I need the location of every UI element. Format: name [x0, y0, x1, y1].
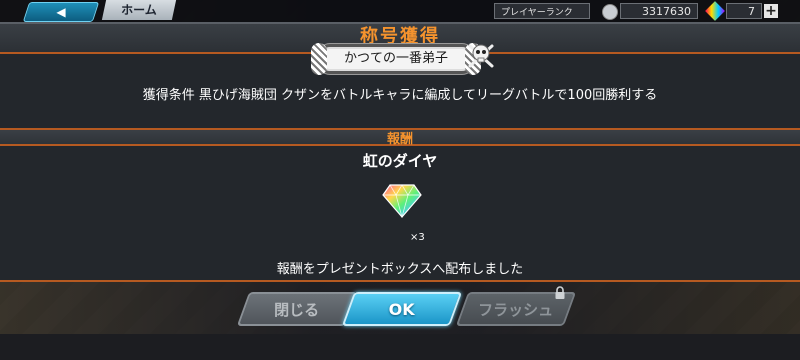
- top-bar: ◀ ホーム プレイヤーランク 20 3317630 7 +: [0, 0, 800, 35]
- plus-icon[interactable]: +: [764, 4, 778, 18]
- ok-button[interactable]: OK: [341, 292, 463, 326]
- player-rank-label: プレイヤーランク: [501, 8, 573, 18]
- delivered-message: 報酬をプレゼントボックスへ配布しました: [276, 262, 524, 277]
- coin-count: 3317630: [620, 3, 698, 19]
- coin-icon: [602, 4, 618, 20]
- home-tab[interactable]: ホーム: [101, 0, 177, 20]
- arrow-left-icon: ◀: [56, 5, 66, 19]
- achievement-title-plate: かつての一番弟子: [311, 43, 481, 75]
- back-button[interactable]: ◀: [22, 2, 100, 22]
- gem-count: 7: [726, 3, 762, 19]
- player-rank: プレイヤーランク 20: [494, 3, 590, 35]
- reward-quantity: ×3: [410, 232, 425, 243]
- bottom-strip: [0, 334, 800, 360]
- lock-icon: [555, 286, 565, 299]
- acquisition-condition: 獲得条件 黒ひげ海賊団 クザンをバトルキャラに編成してリーグバトルで100回勝利…: [142, 88, 658, 103]
- reward-name: 虹のダイヤ: [362, 152, 438, 170]
- rainbow-gem-icon: [705, 1, 725, 21]
- reward-label: 報酬: [386, 132, 413, 147]
- skull-crossbones-icon: [468, 44, 494, 68]
- rainbow-diamond-icon: [382, 184, 422, 218]
- close-button[interactable]: 閉じる: [236, 292, 358, 326]
